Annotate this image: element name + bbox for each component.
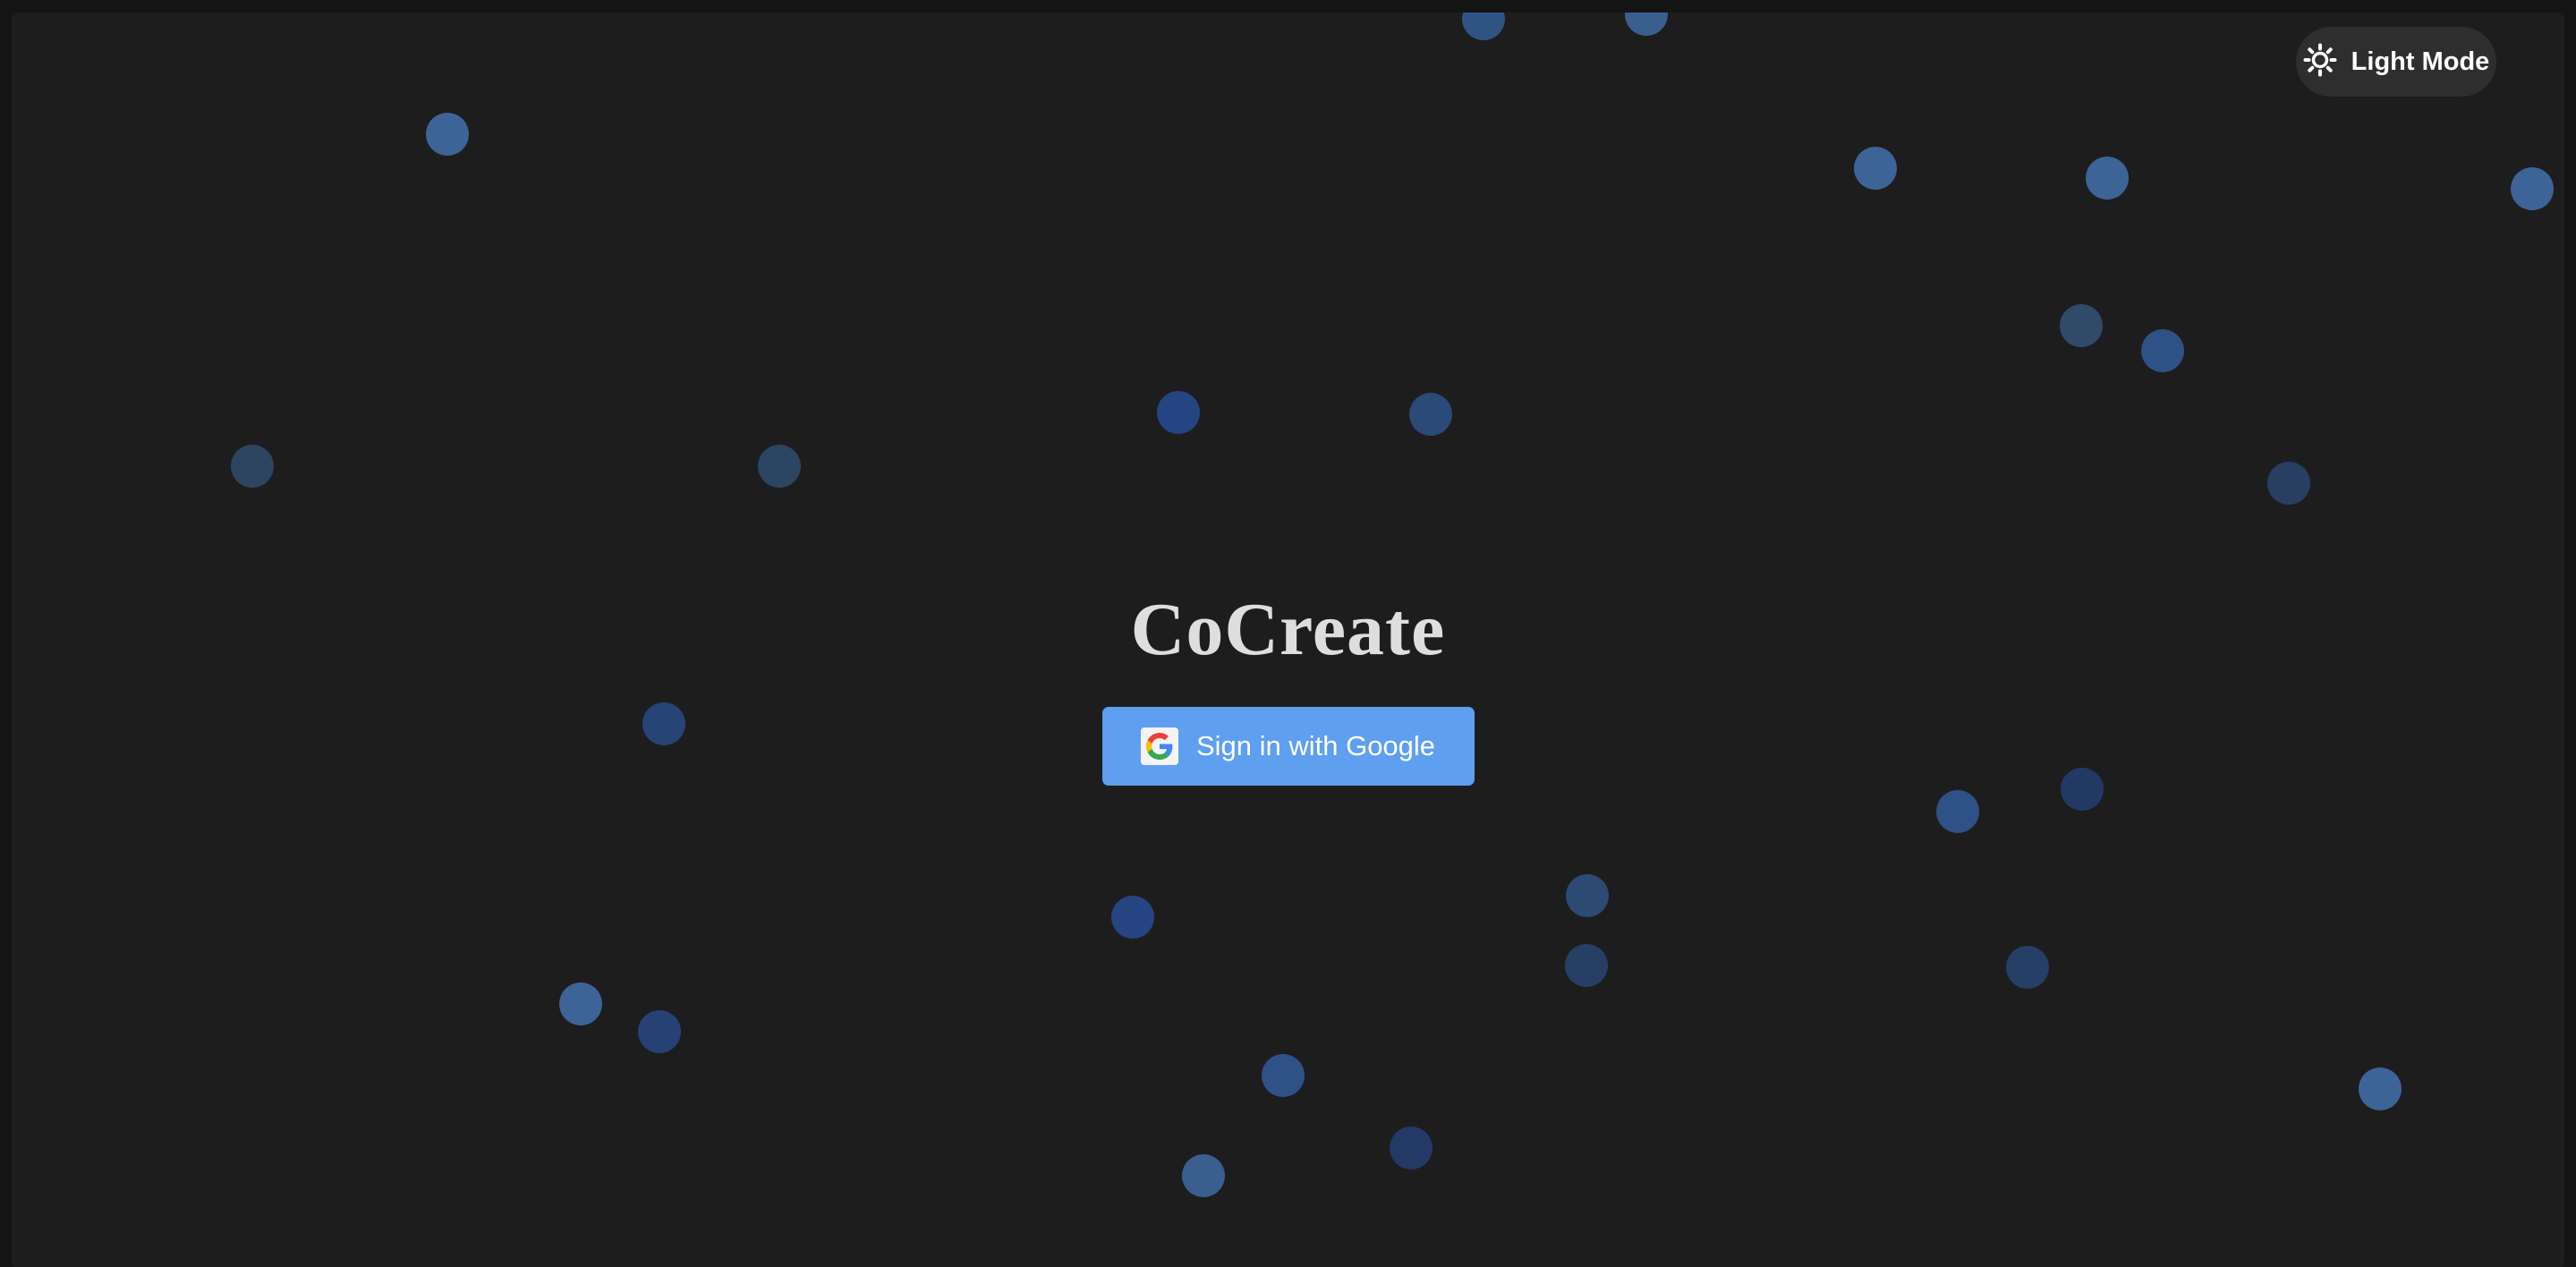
particle-dot <box>2141 329 2184 372</box>
particle-dot <box>2060 304 2103 347</box>
login-page: Light Mode CoCreate Sign in with Google <box>12 13 2564 1267</box>
google-sign-in-label: Sign in with Google <box>1195 730 1436 761</box>
particle-dot <box>1157 391 1200 434</box>
login-panel: CoCreate Sign in with Google <box>12 567 2564 786</box>
particle-dot <box>231 445 274 488</box>
particle-dot <box>1390 1127 1433 1169</box>
particle-dot <box>1936 790 1979 833</box>
particle-dot <box>1462 13 1505 40</box>
particle-dot <box>1262 1054 1305 1097</box>
particle-dot <box>638 1010 681 1053</box>
theme-toggle-label: Light Mode <box>2351 47 2490 76</box>
particle-dot <box>1111 896 1154 939</box>
particle-dot <box>2006 946 2049 989</box>
particle-dot <box>1566 874 1609 917</box>
particle-dot <box>758 445 801 488</box>
particle-dot <box>1854 147 1897 190</box>
particle-dot <box>2511 167 2554 210</box>
particle-dot <box>1625 13 1668 36</box>
particle-dot <box>1409 393 1452 436</box>
particle-dot <box>1182 1154 1225 1197</box>
particle-dot <box>426 113 469 156</box>
particle-dot <box>1565 944 1608 987</box>
particle-dot <box>559 982 602 1025</box>
particle-dot <box>2086 157 2129 200</box>
app-title: CoCreate <box>1130 588 1446 671</box>
theme-toggle-button[interactable]: Light Mode <box>2296 27 2496 97</box>
google-sign-in-button[interactable]: Sign in with Google <box>1101 707 1475 786</box>
particle-dot <box>2359 1067 2402 1110</box>
google-g-icon <box>1140 727 1178 765</box>
sun-icon <box>2303 43 2337 81</box>
particle-dot <box>2267 462 2310 505</box>
